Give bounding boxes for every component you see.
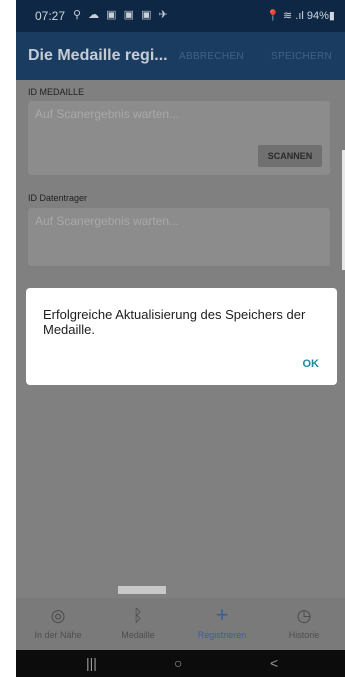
nav-label-nearby: In der Nähe xyxy=(34,630,82,640)
home-button[interactable]: ○ xyxy=(174,655,182,671)
medal-id-placeholder: Auf Scanergebnis warten... xyxy=(35,107,180,121)
system-status-icons: 📍 ≋ .ıl 94%▮ xyxy=(266,10,335,22)
scroll-indicator xyxy=(118,586,166,594)
bluetooth-icon: ᛒ xyxy=(132,606,144,625)
nav-item-history[interactable]: ◷ Historie xyxy=(264,598,344,650)
app-bar: Die Medaille regi... ABBRECHEN SPEICHERN xyxy=(16,32,345,80)
nav-item-register[interactable]: + Registrieren xyxy=(182,598,262,650)
medal-id-field[interactable]: Auf Scanergebnis warten... SCANNEN xyxy=(28,101,330,175)
save-button[interactable]: SPEICHERN xyxy=(271,51,332,62)
cancel-button[interactable]: ABBRECHEN xyxy=(179,51,244,62)
plus-icon: + xyxy=(215,602,229,627)
medal-id-label: ID MEDAILLE xyxy=(28,87,85,97)
system-navigation-bar: ||| ○ < xyxy=(16,650,345,677)
carrier-id-placeholder: Auf Scanergebnis warten... xyxy=(35,214,180,228)
status-time: 07:27 xyxy=(35,9,66,23)
nav-item-nearby[interactable]: ◎ In der Nähe xyxy=(18,598,98,650)
nav-label-medal: Medaille xyxy=(121,630,155,640)
success-dialog: Erfolgreiche Aktualisierung des Speicher… xyxy=(26,288,337,385)
notification-icons: ⚲ ☁ ▣ ▣ ▣ ✈ xyxy=(73,9,170,21)
dialog-message: Erfolgreiche Aktualisierung des Speicher… xyxy=(43,307,306,337)
recents-button[interactable]: ||| xyxy=(86,655,97,671)
status-bar: 07:27 ⚲ ☁ ▣ ▣ ▣ ✈ 📍 ≋ .ıl 94%▮ xyxy=(16,0,345,32)
ok-button[interactable]: OK xyxy=(303,358,320,370)
carrier-id-field[interactable]: Auf Scanergebnis warten... xyxy=(28,208,330,266)
phone-screen: 07:27 ⚲ ☁ ▣ ▣ ▣ ✈ 📍 ≋ .ıl 94%▮ Die Medai… xyxy=(16,0,345,677)
scan-button[interactable]: SCANNEN xyxy=(258,145,322,167)
back-button[interactable]: < xyxy=(270,655,278,671)
history-icon: ◷ xyxy=(296,606,312,625)
page-title: Die Medaille regi... xyxy=(28,47,168,64)
radar-icon: ◎ xyxy=(50,606,66,625)
nav-label-history: Historie xyxy=(288,630,320,640)
carrier-id-label: ID Datentrager xyxy=(28,193,88,203)
nav-item-medal[interactable]: ᛒ Medaille xyxy=(98,598,178,650)
nav-label-register: Registrieren xyxy=(197,630,247,640)
bottom-navigation: ◎ In der Nähe ᛒ Medaille + Registrieren … xyxy=(16,598,345,650)
